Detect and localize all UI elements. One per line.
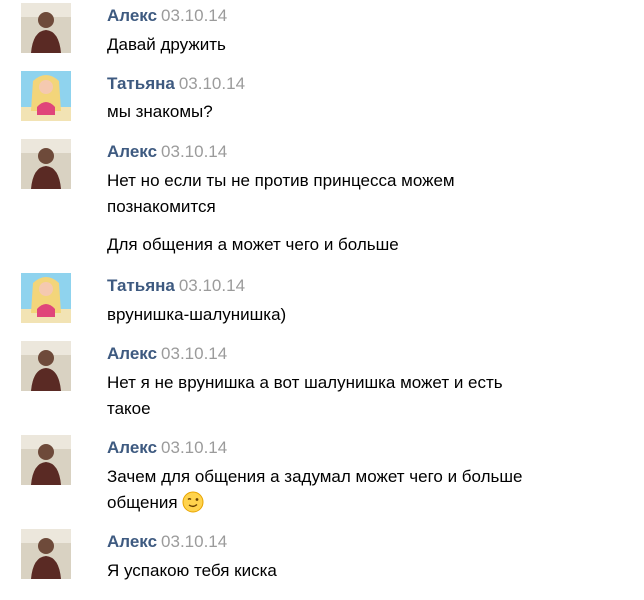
message-date: 03.10.14	[161, 438, 228, 457]
message-date: 03.10.14	[161, 344, 228, 363]
message-date: 03.10.14	[161, 6, 228, 25]
message-text: общения	[107, 490, 587, 515]
author-name[interactable]: Татьяна 03.10.14	[107, 74, 245, 94]
message-text: мы знакомы?	[107, 102, 213, 121]
message-text: Для общения а может чего и больше	[107, 235, 399, 254]
woman-avatar-icon[interactable]	[21, 273, 71, 323]
message-date: 03.10.14	[161, 142, 228, 161]
author-name[interactable]: Алекс 03.10.14	[107, 6, 227, 26]
message-text: Зачем для общения а задумал может чего и…	[107, 467, 523, 486]
message-text: Давай дружить	[107, 35, 226, 54]
author-name[interactable]: Алекс 03.10.14	[107, 344, 227, 364]
author-name[interactable]: Алекс 03.10.14	[107, 142, 227, 162]
man-avatar-icon[interactable]	[21, 435, 71, 485]
man-avatar-icon[interactable]	[21, 529, 71, 579]
message-text: такое	[107, 399, 151, 418]
man-avatar-icon[interactable]	[21, 3, 71, 53]
woman-avatar-icon[interactable]	[21, 71, 71, 121]
message-date: 03.10.14	[161, 532, 228, 551]
message-text: Нет но если ты не против принцесса можем	[107, 171, 455, 190]
wink-emoji-icon	[182, 491, 204, 513]
message-text: познакомится	[107, 197, 216, 216]
message-text: врунишка-шалунишка)	[107, 305, 287, 324]
man-avatar-icon[interactable]	[21, 139, 71, 189]
man-avatar-icon[interactable]	[21, 341, 71, 391]
author-name[interactable]: Алекс 03.10.14	[107, 438, 227, 458]
author-name[interactable]: Татьяна 03.10.14	[107, 276, 245, 296]
message-text: Нет я не врунишка а вот шалунишка может …	[107, 373, 503, 392]
message-date: 03.10.14	[178, 276, 246, 295]
message-date: 03.10.14	[178, 74, 246, 93]
author-name[interactable]: Алекс 03.10.14	[107, 532, 227, 552]
message-text: Я успакою тебя киска	[107, 561, 277, 580]
